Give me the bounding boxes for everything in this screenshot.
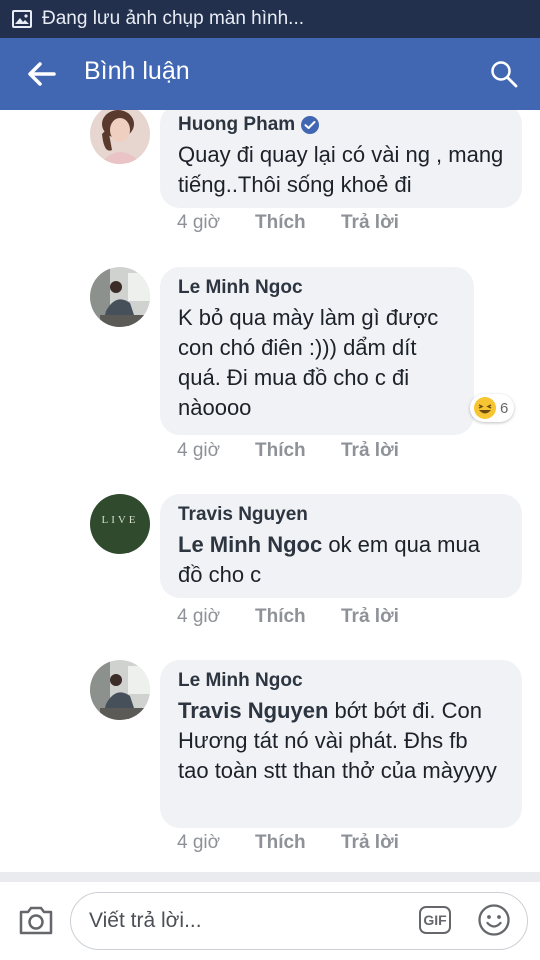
comment-text-row: Le Minh Ngoc ok em qua mua đồ cho c: [178, 530, 504, 590]
search-icon[interactable]: [490, 60, 518, 88]
app-bar: Bình luận: [0, 38, 540, 110]
comment-time: 4 giờ: [177, 212, 221, 233]
avatar[interactable]: [90, 110, 150, 164]
status-notification-text: Đang lưu ảnh chụp màn hình...: [42, 8, 305, 29]
reply-composer: Viết trả lời... GIF: [0, 882, 540, 960]
reply-input[interactable]: Viết trả lời... GIF: [70, 892, 528, 950]
status-bar: Đang lưu ảnh chụp màn hình...: [0, 0, 540, 38]
like-button[interactable]: Thích: [255, 212, 341, 234]
like-button[interactable]: Thích: [255, 606, 341, 628]
mention-link[interactable]: Le Minh Ngoc: [178, 532, 322, 557]
comment-time: 4 giờ: [177, 606, 221, 627]
composer-divider: [0, 872, 540, 882]
back-arrow-icon[interactable]: [26, 60, 56, 88]
reply-button[interactable]: Trả lời: [341, 832, 399, 854]
mention-link[interactable]: Travis Nguyen: [178, 698, 328, 723]
comment-author-row: Le Minh Ngoc: [178, 668, 504, 694]
emoji-icon[interactable]: [477, 903, 511, 937]
avatar[interactable]: [90, 267, 150, 327]
reply-input-placeholder: Viết trả lời...: [89, 909, 202, 932]
comment-author-row: Huong Pham: [178, 112, 504, 138]
comment-actions: 4 giờ Thích Trả lời: [177, 606, 399, 628]
comment-text: Quay đi quay lại có vài ng , mang tiếng.…: [178, 142, 504, 197]
comment-text-row: Travis Nguyen bớt bớt đi. Con Hương tát …: [178, 696, 504, 786]
comment-author[interactable]: Le Minh Ngoc: [178, 275, 303, 301]
reaction-count: 6: [500, 399, 509, 417]
like-button[interactable]: Thích: [255, 832, 341, 854]
comment-author[interactable]: Le Minh Ngoc: [178, 668, 303, 694]
comment-time: 4 giờ: [177, 832, 221, 853]
comment-author-row: Le Minh Ngoc: [178, 275, 456, 301]
reply-button[interactable]: Trả lời: [341, 606, 399, 628]
comment-actions: 4 giờ Thích Trả lời: [177, 440, 399, 462]
comment-actions: 4 giờ Thích Trả lời: [177, 832, 399, 854]
comment-list: Huong Pham Quay đi quay lại có vài ng , …: [0, 110, 540, 880]
gif-button[interactable]: GIF: [419, 906, 451, 934]
reply-button[interactable]: Trả lời: [341, 440, 399, 462]
comment-author[interactable]: Travis Nguyen: [178, 502, 308, 528]
avatar[interactable]: [90, 660, 150, 720]
like-button[interactable]: Thích: [255, 440, 341, 462]
comment-time: 4 giờ: [177, 440, 221, 461]
comment-bubble[interactable]: Huong Pham Quay đi quay lại có vài ng , …: [160, 110, 522, 208]
comment-bubble[interactable]: Le Minh Ngoc Travis Nguyen bớt bớt đi. C…: [160, 660, 522, 828]
comment-text: K bỏ qua mày làm gì được con chó điên :)…: [178, 305, 439, 420]
page-title: Bình luận: [84, 57, 190, 85]
comment-author[interactable]: Huong Pham: [178, 112, 295, 138]
reaction-summary[interactable]: 6: [470, 394, 515, 422]
comment-actions: 4 giờ Thích Trả lời: [177, 212, 399, 234]
comment-author-row: Travis Nguyen: [178, 502, 504, 528]
comment-bubble[interactable]: Travis Nguyen Le Minh Ngoc ok em qua mua…: [160, 494, 522, 598]
image-icon: [12, 10, 32, 28]
haha-icon: [474, 397, 496, 419]
camera-icon[interactable]: [18, 904, 54, 936]
avatar-text: LIVE: [101, 514, 139, 526]
verified-badge-icon: [301, 116, 320, 134]
reply-button[interactable]: Trả lời: [341, 212, 399, 234]
avatar[interactable]: LIVE: [90, 494, 150, 554]
comment-bubble[interactable]: Le Minh Ngoc K bỏ qua mày làm gì được co…: [160, 267, 474, 435]
